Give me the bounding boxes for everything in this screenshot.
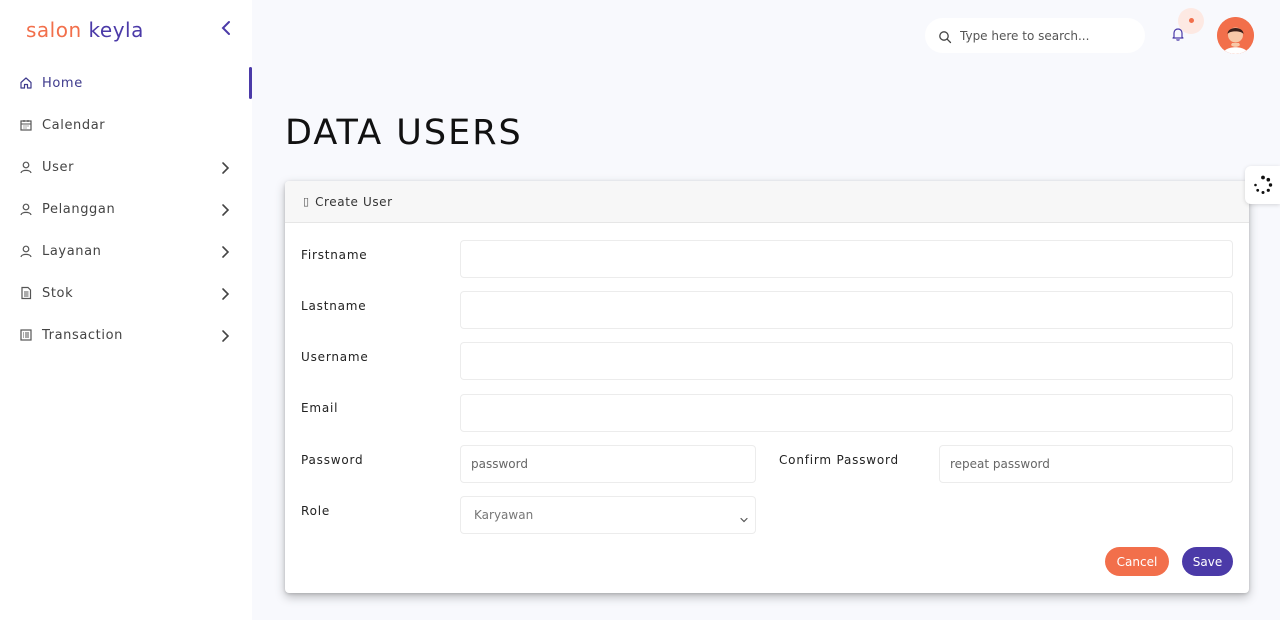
sidebar-item-calendar[interactable]: Calendar — [0, 104, 252, 146]
active-indicator — [249, 67, 252, 99]
home-icon — [19, 76, 33, 90]
role-select-value: Karyawan — [474, 508, 534, 522]
username-label: Username — [301, 350, 369, 364]
chevron-right-icon — [220, 328, 232, 342]
lastname-input[interactable] — [460, 291, 1233, 329]
email-input[interactable] — [460, 394, 1233, 432]
sidebar-collapse-button[interactable] — [217, 20, 235, 40]
role-label: Role — [301, 504, 331, 518]
sidebar-item-label: Layanan — [42, 243, 102, 259]
create-user-card: ▯ Create User Firstname Lastname Usernam… — [285, 181, 1249, 593]
role-select[interactable]: Karyawan — [460, 496, 756, 534]
sidebar-item-label: Home — [42, 75, 83, 91]
sidebar-nav: Home Calendar User Pelanggan Layanan Sto… — [0, 62, 252, 356]
search-icon — [938, 29, 952, 43]
username-input[interactable] — [460, 342, 1233, 380]
email-label: Email — [301, 401, 339, 415]
sidebar-item-user[interactable]: User — [0, 146, 252, 188]
user-icon — [19, 244, 33, 258]
password-label: Password — [301, 453, 364, 467]
user-icon — [19, 202, 33, 216]
chevron-right-icon — [220, 244, 232, 258]
brand-part2: keyla — [88, 18, 144, 42]
save-button[interactable]: Save — [1182, 547, 1233, 576]
chevron-down-icon — [739, 510, 749, 523]
settings-floater-button[interactable] — [1245, 166, 1280, 204]
card-title: Create User — [315, 194, 393, 209]
lastname-label: Lastname — [301, 299, 367, 313]
confirm-password-input[interactable] — [939, 445, 1233, 483]
card-header: ▯ Create User — [285, 181, 1249, 223]
calendar-icon — [19, 118, 33, 132]
avatar[interactable] — [1217, 17, 1254, 54]
sidebar-item-label: Stok — [42, 285, 74, 301]
sidebar-item-label: Calendar — [42, 117, 106, 133]
sidebar-item-label: Pelanggan — [42, 201, 116, 217]
sidebar-item-label: Transaction — [42, 327, 123, 343]
search-box — [925, 18, 1145, 53]
brand-logo[interactable]: salon keyla — [26, 18, 144, 42]
user-icon — [19, 160, 33, 174]
sidebar-item-layanan[interactable]: Layanan — [0, 230, 252, 272]
sidebar-item-home[interactable]: Home — [0, 62, 252, 104]
firstname-input[interactable] — [460, 240, 1233, 278]
firstname-label: Firstname — [301, 248, 368, 262]
sidebar-item-stok[interactable]: Stok — [0, 272, 252, 314]
document-icon — [19, 286, 33, 300]
chevron-right-icon — [220, 160, 232, 174]
bell-icon[interactable] — [1170, 26, 1188, 44]
page-title: DATA USERS — [285, 113, 523, 153]
search-input[interactable] — [960, 28, 1130, 43]
spinner-icon — [1253, 175, 1272, 194]
chevron-right-icon — [220, 202, 232, 216]
chevron-left-icon — [221, 21, 230, 35]
list-icon — [19, 328, 33, 342]
confirm-password-label: Confirm Password — [779, 453, 899, 467]
notification-dot — [1189, 18, 1194, 23]
brand-part1: salon — [26, 18, 82, 42]
sidebar-item-transaction[interactable]: Transaction — [0, 314, 252, 356]
user-avatar-icon — [1217, 17, 1254, 54]
sidebar-item-pelanggan[interactable]: Pelanggan — [0, 188, 252, 230]
sidebar-item-label: User — [42, 159, 75, 175]
chevron-right-icon — [220, 286, 232, 300]
sidebar: salon keyla Home Calendar User Pelanggan… — [0, 0, 252, 620]
missing-glyph-icon: ▯ — [303, 195, 310, 208]
password-input[interactable] — [460, 445, 756, 483]
cancel-button[interactable]: Cancel — [1105, 547, 1169, 576]
